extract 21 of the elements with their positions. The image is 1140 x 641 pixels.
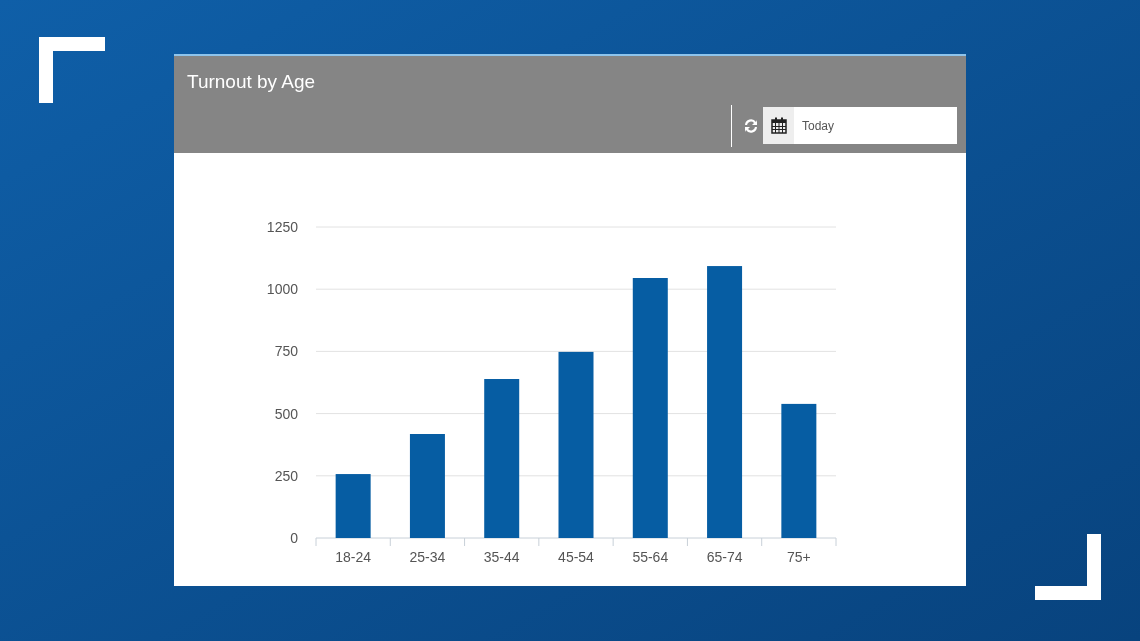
- panel-title: Turnout by Age: [187, 70, 317, 94]
- bar: [335, 474, 371, 538]
- x-tick-label: 25-34: [409, 549, 446, 565]
- x-tick-label: 55-64: [632, 549, 669, 565]
- y-tick-label: 750: [274, 343, 298, 360]
- refresh-icon: [743, 117, 759, 134]
- x-tick-label: 45-54: [558, 549, 594, 565]
- corner-bracket-icon: [39, 37, 105, 103]
- x-tick-label: 65-74: [706, 549, 743, 565]
- corner-bracket-icon: [1035, 534, 1101, 600]
- y-tick-label: 1000: [266, 281, 298, 298]
- x-tick-label: 18-24: [335, 549, 372, 565]
- x-tick-label: 35-44: [483, 549, 520, 565]
- date-field[interactable]: Today: [763, 107, 957, 144]
- y-tick-label: 0: [290, 530, 298, 546]
- y-tick-label: 1250: [266, 219, 298, 235]
- date-value: Today: [802, 117, 835, 135]
- y-tick-label: 250: [274, 467, 298, 484]
- y-tick-label: 500: [274, 405, 298, 422]
- x-tick-label: 75+: [787, 549, 811, 565]
- calendar-icon: [770, 117, 787, 134]
